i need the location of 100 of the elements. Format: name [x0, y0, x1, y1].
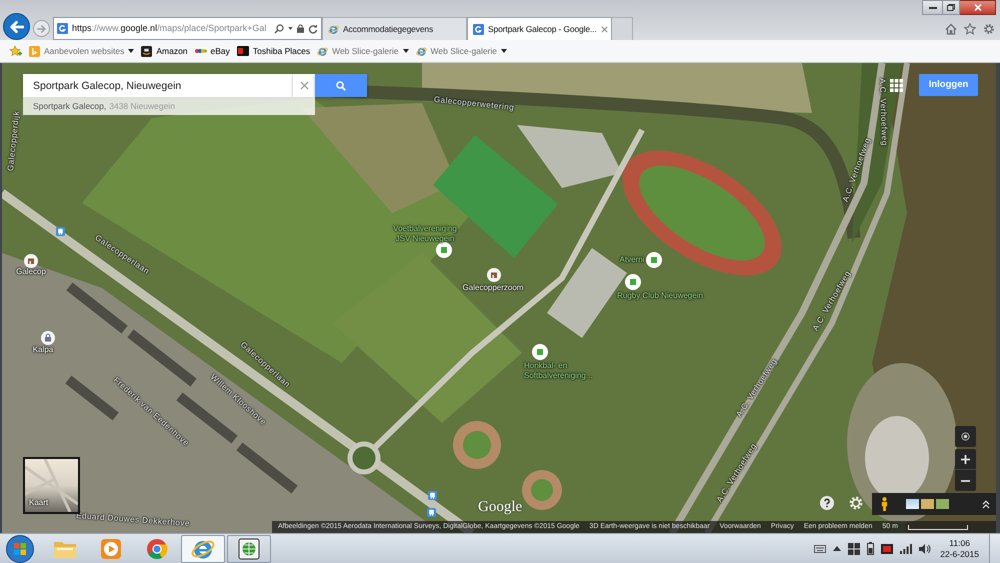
- apps-grid-icon[interactable]: [890, 79, 903, 92]
- road-label: Galecopperdijk: [6, 110, 22, 172]
- url-text: https://www.google.nl/maps/place/Sportpark+Gal: [72, 22, 266, 35]
- place-label: Voetbalvereniging JSV Nieuwegein: [393, 224, 457, 244]
- map-logo: Google: [478, 499, 522, 516]
- chevron-up-icon[interactable]: [833, 546, 842, 551]
- browser-tab[interactable]: Accommodatiegegevens: [322, 17, 467, 40]
- clock-date: 22-6-2015: [940, 548, 979, 560]
- restore-icon: [947, 4, 955, 11]
- keyboard-icon: [814, 544, 826, 552]
- help-icon[interactable]: [820, 496, 834, 510]
- bus-stop-icon: [428, 491, 437, 500]
- right-arrow-icon: [37, 24, 46, 32]
- caret-down-icon[interactable]: [501, 49, 508, 53]
- smile-tile-icon: [141, 46, 152, 56]
- search-icon: [336, 80, 346, 90]
- photo-thumbnail[interactable]: [921, 499, 934, 509]
- zoom-out-button[interactable]: [955, 470, 976, 491]
- bus-stop-icon: [56, 227, 65, 236]
- pinwheel-circle-icon: [146, 538, 168, 560]
- favorites-item[interactable]: Aanbevolen websites: [29, 44, 134, 58]
- battery-icon[interactable]: [867, 542, 874, 555]
- minus-icon: [961, 480, 970, 482]
- place-label: Galecopperzoom: [462, 283, 524, 293]
- play-icon: [100, 538, 122, 560]
- place-label: Rugby Club Nieuwegein: [617, 291, 703, 301]
- shopping-bag-icon: [41, 331, 55, 345]
- close-icon: [974, 4, 982, 11]
- settings-icon[interactable]: [983, 23, 995, 35]
- baseball-field: [522, 470, 562, 510]
- place-label: Honkbal- en Softbalvereniging...: [524, 361, 592, 381]
- building-icon: [24, 254, 38, 268]
- place-label: Atverni: [620, 255, 644, 265]
- star-plus-icon[interactable]: [9, 45, 22, 57]
- chevron-up-icon[interactable]: [982, 500, 990, 508]
- minimize-button[interactable]: [922, 0, 943, 15]
- roundabout: [348, 442, 380, 474]
- speaker-icon[interactable]: [919, 544, 932, 554]
- tile-icon: [236, 46, 249, 56]
- favicon-icon: [473, 24, 484, 34]
- favorites-item[interactable]: Amazon: [141, 44, 188, 58]
- back-button[interactable]: [3, 13, 30, 40]
- maximize-button[interactable]: [943, 0, 960, 15]
- refresh-icon[interactable]: [308, 24, 318, 34]
- search-field[interactable]: Sportpark Galecop, Nieuwegein: [23, 74, 293, 97]
- e-swoosh-icon: [416, 46, 427, 56]
- favorites-item[interactable]: Toshiba Places: [236, 44, 310, 58]
- photo-thumbnail[interactable]: [906, 499, 919, 509]
- caret-down-icon[interactable]: [402, 49, 409, 53]
- lock-icon: [297, 24, 304, 33]
- caret-down-icon[interactable]: [288, 27, 293, 30]
- windows-logo-icon: [6, 534, 34, 562]
- browser-tab[interactable]: Sportpark Galecop - Google...: [467, 17, 612, 40]
- favorites-item[interactable]: eBay: [194, 44, 230, 58]
- street-map-drawing: [25, 459, 78, 512]
- place-label: Galecop: [16, 267, 46, 277]
- clock-time: 11:06: [949, 538, 970, 548]
- baseball-field: [453, 421, 501, 469]
- left-arrow-icon: [10, 20, 24, 32]
- four-squares-icon[interactable]: [848, 542, 860, 554]
- favorites-item[interactable]: Web Slice-galerie: [416, 44, 508, 58]
- search-suggestion[interactable]: Sportpark Galecop, 3438 Nieuwegein: [23, 97, 315, 115]
- e-swoosh-icon: [317, 46, 328, 56]
- bus-stop-icon: [427, 508, 436, 517]
- plus-icon: [961, 454, 970, 464]
- tray-app-icon[interactable]: [881, 544, 894, 554]
- start-button[interactable]: [5, 534, 35, 562]
- search-icon[interactable]: [274, 24, 284, 34]
- star-icon[interactable]: [964, 23, 976, 35]
- road-label: Eduard Douwes Dekkerhove: [76, 511, 190, 529]
- minimize-icon: [928, 6, 936, 8]
- road-label: A.C. Verhoefweg: [876, 78, 890, 146]
- photo-thumbnail[interactable]: [936, 499, 949, 509]
- tile-icon: [29, 46, 40, 56]
- clear-button[interactable]: [293, 74, 315, 97]
- favorites-item[interactable]: Web Slice-galerie: [317, 44, 409, 58]
- close-window-button[interactable]: [960, 0, 996, 15]
- taskbar-app[interactable]: [227, 534, 271, 562]
- home-icon[interactable]: [945, 23, 957, 35]
- clear-icon: [300, 81, 308, 90]
- favicon-icon: [57, 23, 68, 34]
- person-icon[interactable]: [881, 497, 888, 511]
- caret-down-icon[interactable]: [128, 49, 134, 53]
- my-location-button[interactable]: [955, 426, 976, 447]
- place-marker-icon: [625, 274, 641, 290]
- scale-bar-icon: [908, 524, 968, 530]
- zoom-in-button[interactable]: [955, 449, 976, 470]
- globe-icon: [238, 538, 260, 560]
- dots-logo-icon: [194, 47, 207, 55]
- close-icon[interactable]: [600, 26, 608, 32]
- place-marker-icon: [646, 252, 662, 268]
- search-button[interactable]: [315, 74, 367, 97]
- address-bar[interactable]: https://www.google.nl/maps/place/Sportpark+Gal: [53, 17, 322, 40]
- location-target-icon: [961, 432, 970, 441]
- place-marker-icon: [532, 344, 548, 360]
- e-swoosh-icon: [328, 24, 339, 34]
- signal-bars-icon[interactable]: [900, 544, 912, 554]
- place-label: Kalpa: [32, 345, 54, 355]
- building-icon: [487, 268, 501, 282]
- place-marker-icon: [436, 242, 452, 258]
